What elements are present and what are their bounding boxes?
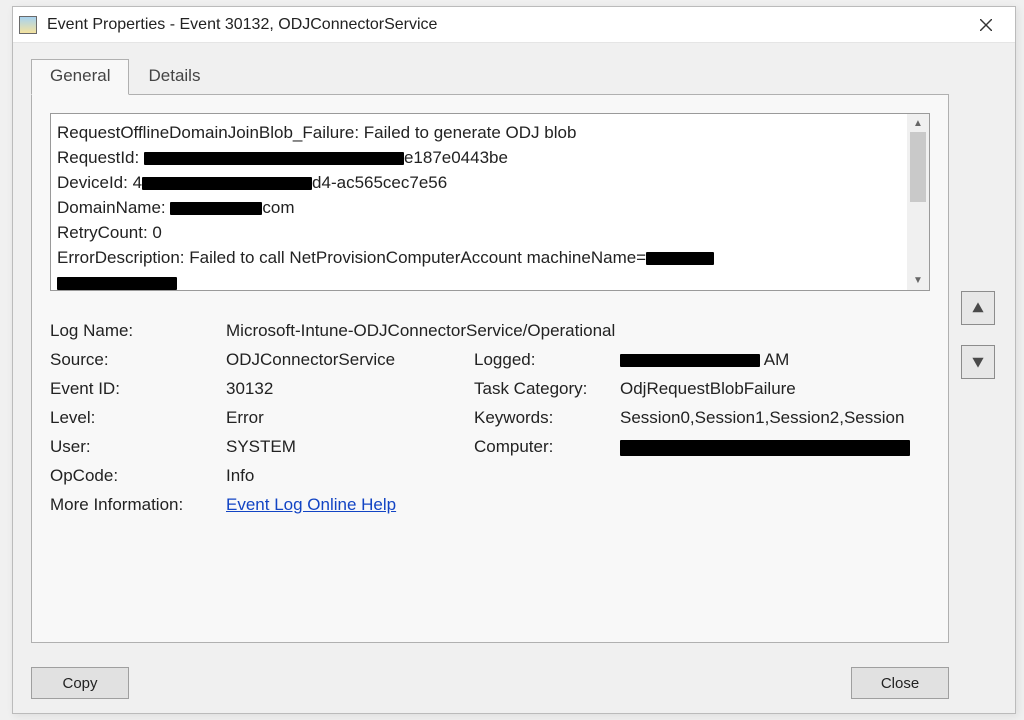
dialog-footer: Copy Close xyxy=(31,653,949,699)
value-user: SYSTEM xyxy=(226,437,474,457)
window-title: Event Properties - Event 30132, ODJConne… xyxy=(47,16,963,34)
tabstrip: General Details xyxy=(31,59,949,94)
next-event-button[interactable] xyxy=(961,345,995,379)
arrow-up-icon xyxy=(971,301,985,315)
desc-line: ErrorDescription: Failed to call NetProv… xyxy=(57,245,895,270)
nav-column xyxy=(949,59,997,699)
arrow-down-icon xyxy=(971,355,985,369)
tab-panel-general: RequestOfflineDomainJoinBlob_Failure: Fa… xyxy=(31,94,949,643)
scroll-down-arrow-icon[interactable]: ▼ xyxy=(913,275,923,286)
event-log-online-help-link[interactable]: Event Log Online Help xyxy=(226,495,396,514)
redacted-text xyxy=(620,440,910,456)
value-eventid: 30132 xyxy=(226,379,474,399)
redacted-text xyxy=(57,277,177,290)
copy-button[interactable]: Copy xyxy=(31,667,129,699)
desc-line: RetryCount: 0 xyxy=(57,220,895,245)
value-level: Error xyxy=(226,408,474,428)
value-taskcat: OdjRequestBlobFailure xyxy=(620,379,930,399)
value-logged: AM xyxy=(620,350,930,370)
description-scrollbar[interactable]: ▲ ▼ xyxy=(907,114,929,290)
label-opcode: OpCode: xyxy=(50,466,226,486)
label-user: User: xyxy=(50,437,226,457)
desc-line: RequestId: e187e0443be xyxy=(57,145,895,170)
value-moreinfo: Event Log Online Help xyxy=(226,495,930,515)
desc-line: DomainName: com xyxy=(57,195,895,220)
desc-line: RequestOfflineDomainJoinBlob_Failure: Fa… xyxy=(57,120,895,145)
label-logname: Log Name: xyxy=(50,321,226,341)
label-keywords: Keywords: xyxy=(474,408,620,428)
main-column: General Details RequestOfflineDomainJoin… xyxy=(31,59,949,699)
event-properties-window: Event Properties - Event 30132, ODJConne… xyxy=(12,6,1016,714)
client-area: General Details RequestOfflineDomainJoin… xyxy=(13,43,1015,713)
tab-general[interactable]: General xyxy=(31,59,129,95)
scroll-thumb[interactable] xyxy=(910,132,926,202)
redacted-text xyxy=(646,252,714,265)
label-level: Level: xyxy=(50,408,226,428)
label-moreinfo: More Information: xyxy=(50,495,226,515)
scroll-up-arrow-icon[interactable]: ▲ xyxy=(913,118,923,129)
previous-event-button[interactable] xyxy=(961,291,995,325)
value-opcode: Info xyxy=(226,466,930,486)
value-logname: Microsoft-Intune-ODJConnectorService/Ope… xyxy=(226,321,930,341)
label-source: Source: xyxy=(50,350,226,370)
close-button[interactable]: Close xyxy=(851,667,949,699)
label-eventid: Event ID: xyxy=(50,379,226,399)
titlebar: Event Properties - Event 30132, ODJConne… xyxy=(13,7,1015,43)
label-logged: Logged: xyxy=(474,350,620,370)
value-source: ODJConnectorService xyxy=(226,350,474,370)
value-keywords: Session0,Session1,Session2,Session xyxy=(620,408,930,428)
app-icon xyxy=(19,16,37,34)
redacted-text xyxy=(170,202,262,215)
redacted-text xyxy=(144,152,404,165)
desc-line xyxy=(57,270,895,291)
redacted-text xyxy=(620,354,760,367)
event-description-text[interactable]: RequestOfflineDomainJoinBlob_Failure: Fa… xyxy=(51,114,905,291)
label-taskcat: Task Category: xyxy=(474,379,620,399)
label-computer: Computer: xyxy=(474,437,620,457)
desc-line: DeviceId: 4d4-ac565cec7e56 xyxy=(57,170,895,195)
value-computer xyxy=(620,437,930,457)
tab-details[interactable]: Details xyxy=(129,59,219,94)
window-close-button[interactable] xyxy=(963,9,1009,41)
redacted-text xyxy=(142,177,312,190)
close-icon xyxy=(980,19,992,31)
event-description-box: RequestOfflineDomainJoinBlob_Failure: Fa… xyxy=(50,113,930,291)
properties-grid: Log Name: Microsoft-Intune-ODJConnectorS… xyxy=(50,321,930,515)
